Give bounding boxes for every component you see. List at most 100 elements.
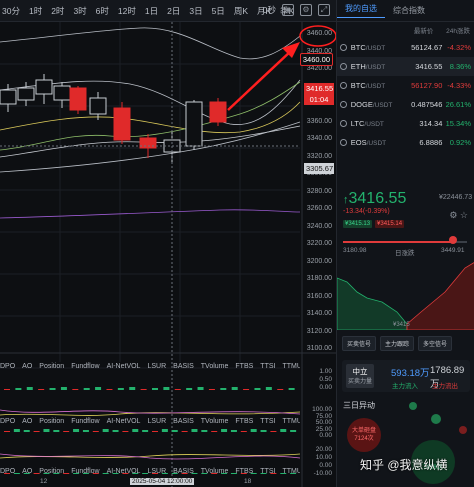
- indicator-tab-tvolume[interactable]: TVolume: [201, 468, 229, 475]
- watchlist-row[interactable]: EOS/USDT 6.8886 0.92%: [337, 133, 474, 152]
- star-icon[interactable]: [340, 63, 347, 70]
- star-icon[interactable]: [340, 44, 347, 51]
- indicator-tab-fundflow[interactable]: Fundflow: [71, 363, 99, 370]
- indicator-tab-ttsi[interactable]: TTSI: [260, 363, 275, 370]
- indicator-tab-ttmu[interactable]: TTMU: [282, 363, 300, 370]
- indicator-tab-ttsi[interactable]: TTSI: [260, 418, 275, 425]
- indicator-bar: [4, 389, 10, 390]
- indicator-tab-position[interactable]: Position: [39, 418, 64, 425]
- flow-state: 中立 买卖力量: [346, 364, 374, 388]
- indicator-tab-dpo[interactable]: DPO: [0, 418, 15, 425]
- indicator-bar: [23, 430, 30, 432]
- indicator-tab-tvolume[interactable]: TVolume: [201, 418, 229, 425]
- timeframe-3d[interactable]: 3日: [189, 5, 202, 17]
- btn-main-tracking[interactable]: 主力跟踪: [380, 336, 415, 351]
- btn-long-short[interactable]: 多空信号: [418, 336, 453, 351]
- watchlist-change: -4.32%: [447, 43, 471, 52]
- indicator-tab-ai-netvol[interactable]: AI-NetVOL: [107, 418, 141, 425]
- range-marker: [449, 236, 457, 244]
- watchlist-row[interactable]: BTC/USDT 56124.67 -4.32%: [337, 38, 474, 57]
- indicator-tab-ftbs[interactable]: FTBS: [235, 363, 253, 370]
- indicator-tab-ai-netvol[interactable]: AI-NetVOL: [107, 363, 141, 370]
- indicator-tab-ttmu[interactable]: TTMU: [282, 468, 300, 475]
- fullscreen-icon[interactable]: ⤢: [318, 4, 330, 16]
- indicator-tab-dpo[interactable]: DPO: [0, 468, 15, 475]
- indicator-tab-lsur[interactable]: LSUR: [147, 363, 166, 370]
- settings-icon[interactable]: ⚙: [300, 4, 312, 16]
- indicator-bar: [117, 388, 124, 390]
- tab-watchlist[interactable]: 我的自选: [337, 3, 385, 18]
- bubble-dump[interactable]: 大单砸盘 7124次: [347, 418, 381, 452]
- indicator-bar: [211, 431, 218, 432]
- indicator-bar: [140, 389, 147, 390]
- timeframe-3h[interactable]: 3时: [73, 5, 86, 17]
- indicator-tab-tvolume[interactable]: TVolume: [201, 363, 229, 370]
- indicator-tab-ao[interactable]: AO: [22, 468, 32, 475]
- indicator-bar: [83, 388, 90, 390]
- indicator-tab-ao[interactable]: AO: [22, 363, 32, 370]
- watchlist-row[interactable]: BTC/USDT 56127.90 -4.33%: [337, 76, 474, 95]
- indicator-tab-ttsi[interactable]: TTSI: [260, 468, 275, 475]
- star-icon[interactable]: [340, 82, 347, 89]
- indicator-tab-basis[interactable]: BASIS: [173, 418, 194, 425]
- candle-body: [17, 87, 35, 101]
- timeframe-1d[interactable]: 1日: [145, 5, 158, 17]
- watchlist-row[interactable]: ETH/USDT 3416.55 8.36%: [337, 57, 474, 76]
- timeframe-week[interactable]: 周K: [234, 5, 248, 17]
- btn-trade-signal[interactable]: 买卖信号: [342, 336, 377, 351]
- timeframe-30m[interactable]: 30分: [2, 5, 20, 17]
- price-axis-label: 3140.00: [306, 310, 332, 317]
- star-icon[interactable]: [340, 139, 347, 146]
- indicator-tab-ftbs[interactable]: FTBS: [235, 418, 253, 425]
- indicator-tab-lsur[interactable]: LSUR: [147, 418, 166, 425]
- indicator-tab-basis[interactable]: BASIS: [173, 363, 194, 370]
- indicator-tab-ftbs[interactable]: FTBS: [235, 468, 253, 475]
- price-axis-label: 3220.00: [306, 240, 332, 247]
- day-range-label: 日涨跌: [395, 250, 415, 257]
- timeframe-6h[interactable]: 6时: [96, 5, 109, 17]
- indicator-tab-dpo[interactable]: DPO: [0, 363, 15, 370]
- ticker-icons: ⚙ ☆: [449, 210, 468, 221]
- indicator-tab-fundflow[interactable]: Fundflow: [71, 468, 99, 475]
- watchlist-row[interactable]: LTC/USDT 314.34 15.34%: [337, 114, 474, 133]
- header-price[interactable]: 最新价: [414, 25, 434, 35]
- timeframe-2h[interactable]: 2时: [51, 5, 64, 17]
- timeframe-1h[interactable]: 1时: [29, 5, 42, 17]
- indicator-bar: [220, 388, 227, 390]
- gear-icon[interactable]: ⚙: [449, 210, 457, 220]
- ticker-badges: ¥3415.13 ¥3415.14: [343, 220, 405, 228]
- three-day-title: 三日异动: [343, 401, 375, 410]
- timeframe-5d[interactable]: 5日: [212, 5, 225, 17]
- indicator-tab-ai-netvol[interactable]: AI-NetVOL: [107, 468, 141, 475]
- star-icon[interactable]: ☆: [460, 210, 468, 220]
- indicator-tab-ao[interactable]: AO: [22, 418, 32, 425]
- tab-indices[interactable]: 综合指数: [385, 5, 433, 16]
- indicator-tabs-row-3: DPO AO Position Fundflow AI-NetVOL LSUR BASIS T…: [0, 466, 300, 476]
- watchlist-row[interactable]: DOGE/USDT 0.487546 26.61%: [337, 95, 474, 114]
- indicator-tab-lsur[interactable]: LSUR: [147, 468, 166, 475]
- indicator-tab-basis[interactable]: BASIS: [173, 468, 194, 475]
- bubble-dot-3: [459, 426, 467, 434]
- kline-chart[interactable]: 3460.003440.003420.003400.003380.003360.…: [0, 22, 337, 487]
- star-icon[interactable]: [340, 101, 347, 108]
- indicator-axis-label: 0.00: [319, 432, 332, 439]
- indicator-bar: [26, 387, 33, 390]
- star-icon[interactable]: [340, 120, 347, 127]
- inflow-value: 593.18万: [391, 368, 430, 379]
- timeframe-12h[interactable]: 12时: [118, 5, 136, 17]
- price-axis-label: 3240.00: [306, 222, 332, 230]
- indicator-tab-ttmu[interactable]: TTMU: [282, 418, 300, 425]
- indicator-bar: [92, 431, 99, 432]
- price-axis-label: 3360.00: [306, 117, 332, 125]
- header-change[interactable]: 24h涨跌: [446, 25, 470, 35]
- indicator-bar: [63, 431, 70, 432]
- timeframe-2d[interactable]: 2日: [167, 5, 180, 17]
- indicator-bar: [174, 389, 181, 390]
- indicator-tab-position[interactable]: Position: [39, 468, 64, 475]
- camera-icon[interactable]: ◉: [282, 4, 294, 16]
- indicator-bar: [163, 387, 170, 390]
- indicator-tab-position[interactable]: Position: [39, 363, 64, 370]
- indicator-tab-fundflow[interactable]: Fundflow: [71, 418, 99, 425]
- indicator-bar: [13, 429, 20, 432]
- indicator-bar: [186, 388, 193, 390]
